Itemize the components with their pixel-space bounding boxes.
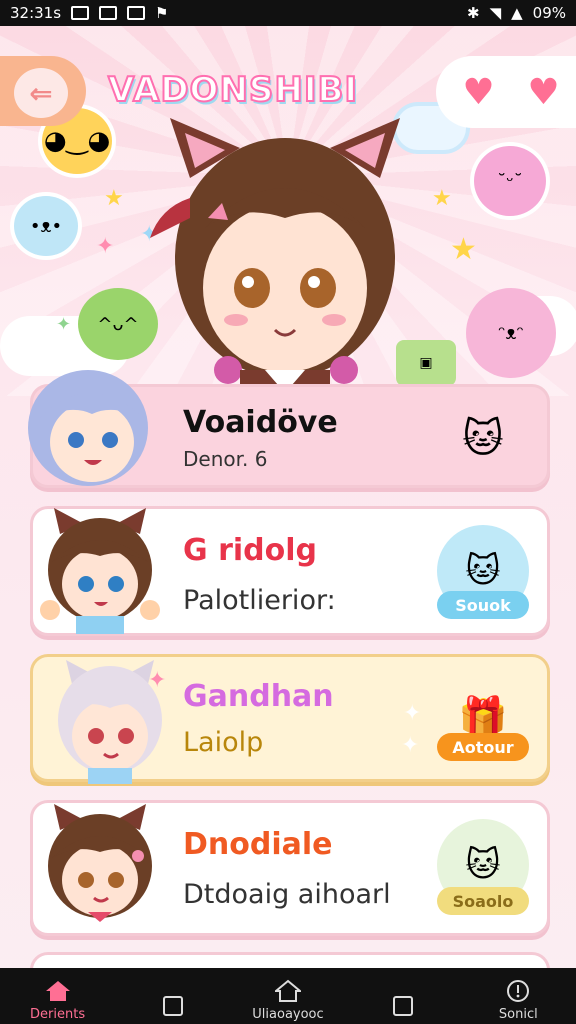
item-title: G ridolg — [183, 533, 317, 568]
nav-item-4[interactable] — [348, 994, 458, 1022]
sound-badge[interactable]: Soaolo — [437, 887, 529, 915]
item-subtitle: Laiolp — [183, 727, 264, 758]
nav-item-home[interactable]: Derients — [3, 979, 113, 1022]
arrow-left-icon: ⇐ — [29, 76, 53, 110]
favorites-bar: ♥ ♥ — [436, 56, 576, 128]
bluetooth-icon: ✱ — [466, 4, 480, 22]
sparkle-icon: ✦ — [96, 234, 115, 259]
info-icon — [505, 979, 531, 1003]
nav-label: Derients — [30, 1007, 86, 1022]
signal-icon: ▲ — [511, 4, 523, 22]
action-badge[interactable]: Aotour — [437, 733, 529, 761]
message-icon — [127, 6, 146, 20]
sparkle-icon: ✦ — [148, 668, 167, 693]
bottom-navigation: Derients Uliaoayooc Sonicl — [0, 968, 576, 1024]
item-subtitle: Dtdoaig aihoarl — [183, 879, 391, 910]
home-outline-icon — [274, 979, 301, 1003]
star-icon: ★ — [104, 186, 124, 211]
avatar-brown-hair-cat — [40, 508, 160, 634]
heart-icon[interactable]: ♥ — [527, 72, 559, 113]
main-character-illustration — [150, 118, 400, 396]
green-cat-sticker-icon: ^ᴗ^ — [78, 288, 158, 360]
blob-sticker-icon: ˘ᵕ˘ — [474, 146, 546, 216]
square-icon — [160, 994, 186, 1018]
wifi-icon: ◥ — [489, 4, 502, 22]
sparkle-icon: ✦ — [403, 701, 422, 726]
avatar-blue-hair — [28, 370, 148, 486]
item-subtitle: Denor. 6 — [183, 447, 268, 471]
item-title: Dnodiale — [183, 827, 333, 862]
app-title: VADONSHIBI — [107, 69, 359, 111]
item-subtitle: Palotlierior: — [183, 585, 336, 616]
photo-icon — [99, 6, 118, 20]
status-time: 32:31s — [10, 4, 62, 22]
notification-icon: ⚑ — [155, 4, 169, 22]
star-icon: ★ — [450, 232, 477, 267]
app-screen: 32:31s ⚑ ✱ ◥ ▲ 09% ⇐ VADONSHIBI ♥ ♥ ◕‿◕ … — [0, 0, 576, 1024]
pink-unicorn-sticker-icon: ᵔᴥᵔ — [466, 288, 556, 378]
hero-banner: ⇐ VADONSHIBI ♥ ♥ ◕‿◕ •ᴥ• ˘ᵕ˘ ^ᴗ^ ᵔᴥᵔ ▣ ★… — [0, 26, 576, 396]
sound-badge[interactable]: Souok — [437, 591, 529, 619]
square-icon — [390, 994, 416, 1018]
nav-label: Uliaoayooc — [252, 1007, 324, 1022]
gallery-icon — [71, 6, 90, 20]
heart-icon[interactable]: ♥ — [462, 72, 494, 113]
sparkle-icon: ✦ — [56, 314, 72, 335]
orange-cat-icon: 🐱 — [462, 416, 504, 462]
back-button[interactable]: ⇐ — [0, 56, 86, 126]
nav-item-3[interactable]: Uliaoayooc — [233, 979, 343, 1022]
home-icon — [45, 979, 71, 1003]
item-title: Voaidöve — [183, 405, 338, 440]
star-icon: ★ — [432, 186, 452, 211]
nav-item-2[interactable] — [118, 994, 228, 1022]
nav-item-5[interactable]: Sonicl — [463, 979, 573, 1022]
battery-level: 09% — [532, 4, 566, 22]
nav-label: Sonicl — [498, 1007, 538, 1022]
avatar-brown-hair-ribbon — [48, 804, 152, 922]
status-bar: 32:31s ⚑ ✱ ◥ ▲ 09% — [0, 0, 576, 26]
sparkle-icon: ✦ — [401, 733, 420, 758]
seal-sticker-icon: •ᴥ• — [14, 196, 78, 256]
item-title: Gandhan — [183, 679, 334, 714]
